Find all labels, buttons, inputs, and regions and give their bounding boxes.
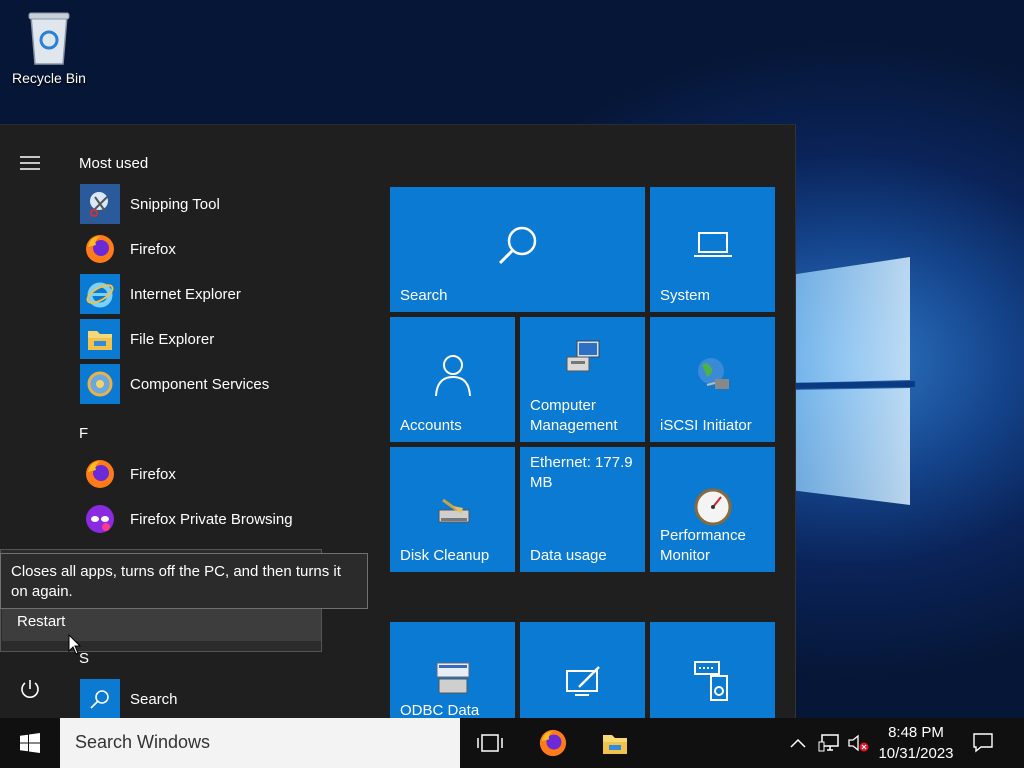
recycle-bin-icon	[28, 12, 70, 65]
file-explorer-icon	[80, 319, 120, 359]
app-search[interactable]: Search	[80, 679, 370, 719]
snipping-tool-icon	[80, 184, 120, 224]
firefox-icon	[539, 729, 567, 757]
data-usage-value: Ethernet: 177.9 MB	[530, 454, 633, 491]
laptop-icon	[650, 187, 775, 302]
tile-label: Computer Management	[530, 397, 618, 434]
app-label: Firefox	[130, 465, 176, 483]
odbc-icon	[390, 656, 515, 702]
most-used-header: Most used	[79, 155, 149, 172]
app-label: Firefox	[130, 240, 176, 258]
taskbar-search-box[interactable]: Search Windows	[60, 718, 460, 768]
tile-label: iSCSI Initiator	[660, 417, 752, 434]
tile-disk-cleanup[interactable]: Disk Cleanup	[390, 447, 515, 572]
app-component-services[interactable]: Component Services	[80, 364, 370, 404]
tile-label: Performance Monitor	[660, 527, 746, 564]
taskbar: Search Windows 8:48 PM 10/31/2023	[0, 718, 1024, 768]
tile-iscsi-initiator[interactable]: iSCSI Initiator	[650, 317, 775, 442]
pen-monitor-icon	[520, 662, 645, 702]
app-internet-explorer[interactable]: Internet Explorer	[80, 274, 370, 314]
taskbar-firefox[interactable]	[528, 718, 578, 768]
recycle-bin[interactable]: Recycle Bin	[6, 6, 92, 96]
start-button[interactable]	[0, 718, 60, 768]
firefox-private-icon	[80, 499, 120, 539]
app-label: Snipping Tool	[130, 195, 220, 213]
clock-time: 8:48 PM	[888, 724, 944, 741]
search-icon	[80, 679, 120, 719]
network-icon	[818, 734, 839, 752]
tile-data-usage[interactable]: Ethernet: 177.9 MB Data usage	[520, 447, 645, 572]
app-label: File Explorer	[130, 330, 215, 348]
app-snipping-tool[interactable]: Snipping Tool	[80, 184, 370, 224]
tile-keyboard-speaker[interactable]	[650, 622, 775, 719]
tile-performance-monitor[interactable]: Performance Monitor	[650, 447, 775, 572]
globe-icon	[650, 317, 775, 432]
task-view-icon	[477, 734, 503, 752]
tile-label: Data usage	[530, 547, 607, 564]
firefox-icon	[80, 454, 120, 494]
app-firefox[interactable]: Firefox	[80, 229, 370, 269]
volume-muted-icon	[848, 734, 869, 752]
component-services-icon	[80, 364, 120, 404]
chevron-up-icon	[790, 738, 806, 748]
wallpaper-logo	[790, 257, 915, 505]
volume-tray[interactable]	[846, 718, 870, 768]
task-view-button[interactable]	[465, 718, 515, 768]
internet-explorer-icon	[80, 274, 120, 314]
tile-label: Search	[400, 287, 448, 304]
windows-logo-icon	[20, 733, 40, 753]
app-firefox-private[interactable]: Firefox Private Browsing	[80, 499, 370, 539]
app-label: Search	[130, 690, 178, 708]
tile-search[interactable]: Search	[390, 187, 645, 312]
mouse-cursor-icon	[68, 634, 82, 655]
restart-menu-item[interactable]: Restart	[2, 607, 321, 641]
action-center-button[interactable]	[966, 718, 1000, 768]
tile-accounts[interactable]: Accounts	[390, 317, 515, 442]
recycle-bin-label: Recycle Bin	[12, 70, 86, 86]
app-label: Internet Explorer	[130, 285, 241, 303]
keyboard-speaker-icon	[650, 658, 775, 704]
firefox-icon	[80, 229, 120, 269]
file-explorer-icon	[603, 735, 627, 754]
tile-odbc-data[interactable]: ODBC Data	[390, 622, 515, 719]
power-icon[interactable]	[14, 673, 46, 705]
tile-computer-management[interactable]: Computer Management	[520, 317, 645, 442]
network-tray[interactable]	[814, 718, 844, 768]
notification-icon	[973, 733, 993, 753]
hamburger-icon[interactable]	[14, 147, 46, 179]
tile-pen-monitor[interactable]	[520, 622, 645, 719]
computer-management-icon	[520, 317, 645, 397]
app-label: Component Services	[130, 375, 270, 393]
app-firefox-f[interactable]: Firefox	[80, 454, 370, 494]
restart-tooltip: Closes all apps, turns off the PC, and t…	[0, 553, 368, 609]
taskbar-clock[interactable]: 8:48 PM 10/31/2023	[870, 722, 962, 764]
tile-system[interactable]: System	[650, 187, 775, 312]
letter-f-header[interactable]: F	[79, 425, 88, 442]
search-icon	[390, 187, 645, 302]
person-icon	[390, 317, 515, 432]
clock-date: 10/31/2023	[878, 745, 954, 762]
app-file-explorer[interactable]: File Explorer	[80, 319, 370, 359]
taskbar-file-explorer[interactable]	[590, 718, 640, 768]
tile-label: Accounts	[400, 417, 462, 434]
tile-label: System	[660, 287, 711, 304]
app-label: Firefox Private Browsing	[130, 510, 293, 528]
tile-label: Disk Cleanup	[400, 547, 490, 564]
show-hidden-icons[interactable]	[786, 718, 810, 768]
